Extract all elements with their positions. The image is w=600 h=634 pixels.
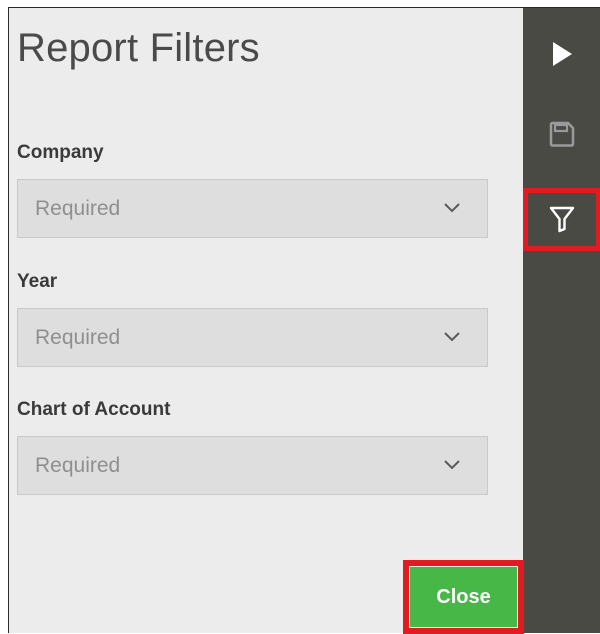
save-icon [549,121,575,147]
report-window: Report Filters Company Required Year Req… [8,7,600,634]
chevron-down-icon [444,332,460,342]
close-button[interactable]: Close [410,567,517,627]
company-select-value: Required [35,197,121,220]
play-icon [553,42,572,66]
chevron-down-icon [444,203,460,213]
year-label: Year [17,271,58,292]
chart-of-account-label: Chart of Account [17,399,171,420]
filter-button-highlight [523,188,600,251]
year-select[interactable]: Required [17,308,488,367]
chart-of-account-select-value: Required [35,454,121,477]
chart-of-account-select[interactable]: Required [17,436,488,495]
company-label: Company [17,142,104,163]
save-report-button[interactable] [523,106,600,162]
year-select-value: Required [35,326,121,349]
run-report-button[interactable] [523,26,600,82]
panel-title: Report Filters [17,26,260,70]
chevron-down-icon [444,460,460,470]
report-sidebar [523,8,600,633]
company-select[interactable]: Required [17,179,488,238]
report-filters-panel: Report Filters Company Required Year Req… [9,8,523,633]
